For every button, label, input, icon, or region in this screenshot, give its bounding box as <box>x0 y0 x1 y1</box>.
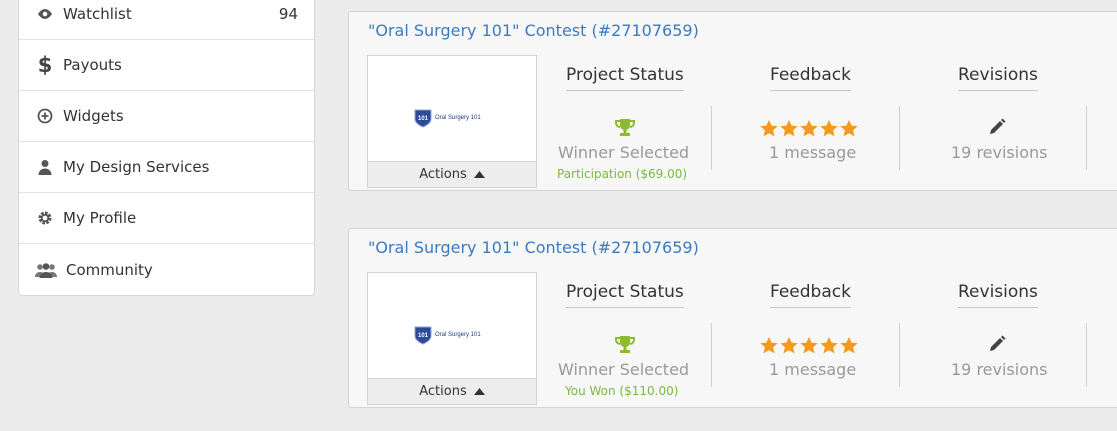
design-thumbnail[interactable]: 101 Oral Surgery 101 Actions <box>367 55 537 188</box>
gear-icon <box>35 208 55 228</box>
feedback-column: Feedback 1 message <box>721 229 901 409</box>
watchlist-count: 94 <box>278 5 298 23</box>
caret-up-icon <box>473 384 485 399</box>
sidebar-nav: Watchlist 94 $ Payouts Widgets My Design… <box>18 0 315 296</box>
sidebar-item-label: Community <box>66 260 153 279</box>
project-status-heading: Project Status <box>566 65 684 91</box>
revisions-heading: Revisions <box>958 65 1038 91</box>
actions-dropdown-button[interactable]: Actions <box>368 378 536 404</box>
sidebar-item-label: Watchlist <box>63 5 132 23</box>
project-status-value: Winner Selected <box>558 360 690 379</box>
column-divider <box>899 323 900 387</box>
sidebar-item-community[interactable]: Community <box>19 244 314 295</box>
contest-card: "Oral Surgery 101" Contest (#27107659) 1… <box>348 228 1117 408</box>
feedback-value-link[interactable]: 1 message <box>769 360 856 379</box>
star-icon <box>840 337 858 354</box>
feedback-value-link[interactable]: 1 message <box>769 143 856 162</box>
star-icon <box>760 120 778 137</box>
project-status-heading: Project Status <box>566 282 684 308</box>
sidebar-item-widgets[interactable]: Widgets <box>19 91 314 142</box>
caret-up-icon <box>473 167 485 182</box>
trophy-icon <box>615 335 635 359</box>
sidebar-item-label: My Design Services <box>63 158 210 176</box>
sidebar-item-label: My Profile <box>63 209 137 227</box>
project-status-value: Winner Selected <box>558 143 690 162</box>
svg-text:101: 101 <box>418 116 429 122</box>
sidebar-item-payouts[interactable]: $ Payouts <box>19 40 314 91</box>
star-icon <box>780 337 798 354</box>
design-thumbnail[interactable]: 101 Oral Surgery 101 Actions <box>367 272 537 405</box>
rating-stars <box>760 337 858 354</box>
revisions-value-link[interactable]: 19 revisions <box>951 143 1047 162</box>
project-status-column: Project Status Winner Selected Participa… <box>539 12 709 192</box>
users-icon <box>35 260 57 280</box>
sidebar-item-my-design-services[interactable]: My Design Services <box>19 142 314 193</box>
user-icon <box>35 157 55 177</box>
column-divider <box>711 323 712 387</box>
sidebar-item-label: Payouts <box>63 56 122 74</box>
star-icon <box>760 337 778 354</box>
revisions-heading: Revisions <box>958 282 1038 308</box>
svg-text:101: 101 <box>418 333 429 339</box>
column-divider <box>1086 106 1087 170</box>
dollar-icon: $ <box>37 53 53 77</box>
sidebar-item-label: Widgets <box>63 107 124 125</box>
payout-amount: Participation ($69.00) <box>557 167 688 181</box>
oral-surgery-logo: 101 Oral Surgery 101 <box>414 325 481 345</box>
star-icon <box>820 120 838 137</box>
actions-dropdown-button[interactable]: Actions <box>368 161 536 187</box>
feedback-heading: Feedback <box>770 282 851 308</box>
column-divider <box>899 106 900 170</box>
contest-card: "Oral Surgery 101" Contest (#27107659) 1… <box>348 11 1117 191</box>
actions-label: Actions <box>419 384 467 399</box>
star-icon <box>800 120 818 137</box>
pencil-icon <box>988 118 1006 140</box>
revisions-column: Revisions 19 revisions <box>909 12 1089 192</box>
column-divider <box>711 106 712 170</box>
rating-stars <box>760 120 858 137</box>
star-icon <box>840 120 858 137</box>
actions-label: Actions <box>419 167 467 182</box>
plus-circle-icon <box>35 106 55 126</box>
star-icon <box>780 120 798 137</box>
star-icon <box>800 337 818 354</box>
sidebar-item-watchlist[interactable]: Watchlist 94 <box>19 0 314 40</box>
revisions-column: Revisions 19 revisions <box>909 229 1089 409</box>
eye-icon <box>35 4 55 24</box>
revisions-value-link[interactable]: 19 revisions <box>951 360 1047 379</box>
oral-surgery-logo: 101 Oral Surgery 101 <box>414 108 481 128</box>
star-icon <box>820 337 838 354</box>
feedback-column: Feedback 1 message <box>721 12 901 192</box>
project-status-column: Project Status Winner Selected You Won (… <box>539 229 709 409</box>
trophy-icon <box>615 118 635 142</box>
pencil-icon <box>988 335 1006 357</box>
column-divider <box>1086 323 1087 387</box>
payout-amount: You Won ($110.00) <box>565 384 679 398</box>
feedback-heading: Feedback <box>770 65 851 91</box>
sidebar-item-my-profile[interactable]: My Profile <box>19 193 314 244</box>
